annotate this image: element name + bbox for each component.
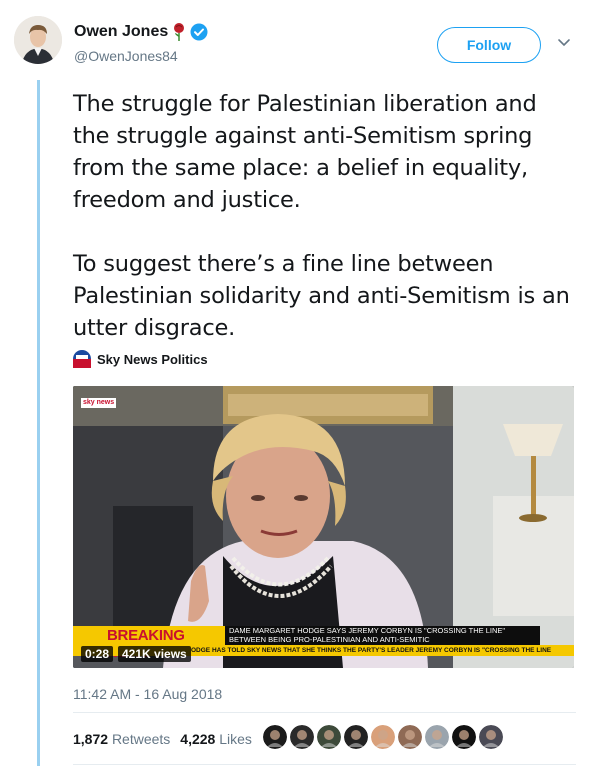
tweet-text: The struggle for Palestinian liberation …	[73, 88, 573, 376]
liker-avatars	[263, 725, 503, 749]
liker-avatar[interactable]	[263, 725, 287, 749]
media-source-name[interactable]: Sky News Politics	[97, 352, 208, 367]
chevron-down-icon[interactable]	[557, 38, 571, 48]
tweet-timestamp[interactable]: 11:42 AM - 16 Aug 2018	[73, 686, 222, 702]
tweet-stats: 1,872 Retweets 4,228 Likes	[73, 731, 252, 747]
breaking-news-headline: DAME MARGARET HODGE SAYS JEREMY CORBYN I…	[225, 626, 540, 645]
likes-count: 4,228	[180, 731, 216, 747]
sky-news-logo-icon	[73, 350, 91, 368]
likes-label: Likes	[219, 731, 252, 747]
retweets-label: Retweets	[111, 731, 171, 747]
divider	[73, 764, 576, 765]
tweet-paragraph: The struggle for Palestinian liberation …	[73, 91, 537, 213]
retweets-count: 1,872	[73, 731, 109, 747]
rose-icon	[172, 22, 186, 42]
sky-news-channel-logo: sky news	[81, 398, 117, 408]
video-duration: 0:28	[81, 646, 114, 662]
likes-stat[interactable]: 4,228 Likes	[180, 731, 252, 747]
liker-avatar[interactable]	[371, 725, 395, 749]
liker-avatar[interactable]	[452, 725, 476, 749]
breaking-news-tab: BREAKING NEWS	[73, 626, 225, 661]
sky-news-channel-text: sky news	[83, 399, 115, 406]
author-name-row: Owen Jones	[74, 22, 208, 42]
video-view-count: 421K views	[118, 646, 191, 662]
thread-line	[37, 80, 40, 766]
author-avatar[interactable]	[14, 16, 62, 64]
liker-avatar[interactable]	[290, 725, 314, 749]
author-handle[interactable]: @OwenJones84	[74, 48, 178, 64]
verified-badge-icon	[190, 23, 208, 41]
video-player[interactable]: sky news BREAKING NEWS DAME MARGARET HOD…	[73, 386, 574, 668]
tweet-paragraph: To suggest there’s a fine line between P…	[73, 251, 570, 341]
author-display-name[interactable]: Owen Jones	[74, 23, 168, 41]
divider	[73, 712, 576, 713]
liker-avatar[interactable]	[398, 725, 422, 749]
media-source[interactable]: Sky News Politics	[73, 350, 208, 368]
liker-avatar[interactable]	[344, 725, 368, 749]
follow-button[interactable]: Follow	[437, 27, 541, 63]
liker-avatar[interactable]	[425, 725, 449, 749]
retweets-stat[interactable]: 1,872 Retweets	[73, 731, 170, 747]
liker-avatar[interactable]	[479, 725, 503, 749]
liker-avatar[interactable]	[317, 725, 341, 749]
